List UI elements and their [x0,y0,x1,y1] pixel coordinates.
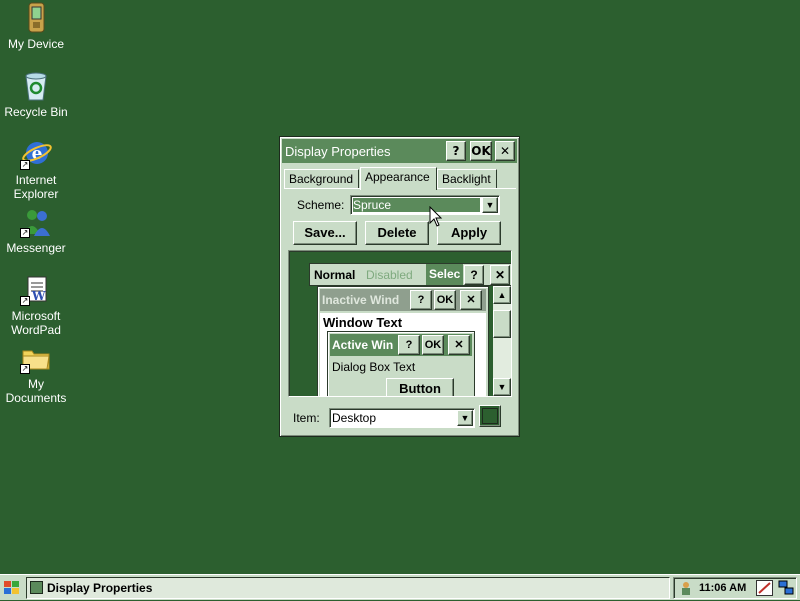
clock[interactable]: 11:06 AM [699,582,746,594]
network-icon[interactable] [778,580,795,596]
internet-explorer-icon: e ↗ [20,138,52,170]
item-color-button[interactable] [479,405,501,427]
preview-scrollbar: ▲ ▼ [493,286,511,396]
desktop-icon-label: Messenger [6,241,66,255]
close-icon: ✕ [460,290,482,310]
scroll-up-icon: ▲ [493,286,511,304]
scheme-dropdown[interactable]: Spruce ▼ [350,195,500,215]
ok-icon: OK [422,335,444,355]
tab-backlight[interactable]: Backlight [437,169,497,189]
help-icon: ? [464,265,484,285]
wordpad-icon: W ↗ [20,274,52,306]
desktop-icon-my-device[interactable]: My Device [0,2,72,51]
shortcut-arrow-icon: ↗ [20,228,30,238]
apply-button[interactable]: Apply [437,221,501,245]
close-button[interactable]: ✕ [495,141,515,161]
ok-icon: OK [434,290,456,310]
desktop-icon-label: My Device [7,37,64,51]
scroll-down-icon: ▼ [493,378,511,396]
svg-text:W: W [31,289,46,303]
scheme-preview[interactable]: Normal Disabled Selec ? ✕ Inactive Wind … [288,250,512,397]
windows-logo-icon [4,581,19,594]
shortcut-arrow-icon: ↗ [20,296,30,306]
item-color-swatch [482,408,498,424]
mouse-cursor-icon [429,206,443,227]
taskbar-display-properties[interactable]: Display Properties [26,577,670,599]
folder-icon: ↗ [20,342,52,374]
preview-menu-bar: Normal Disabled Selec ? ✕ [309,263,511,286]
desktop-icon-label: Internet Explorer [13,173,59,201]
preview-menu-selected: Selec [426,264,464,285]
recycle-bin-icon [20,70,52,102]
close-icon: ✕ [490,265,510,285]
desktop-icon-label: Recycle Bin [4,105,68,119]
item-label: Item: [293,411,320,425]
desktop-icon-label: Microsoft WordPad [11,309,61,337]
shortcut-arrow-icon: ↗ [20,160,30,170]
scheme-value: Spruce [353,198,480,212]
scheme-label: Scheme: [297,198,345,212]
input-panel-icon[interactable] [678,580,694,596]
display-properties-icon [30,581,43,594]
preview-dialog-text: Dialog Box Text [332,360,416,374]
desktop-icon-messenger[interactable]: ↗ Messenger [0,206,72,255]
item-value: Desktop [332,411,377,425]
start-button[interactable] [2,578,22,598]
preview-inactive-title: Inactive Wind [322,293,400,307]
tab-background[interactable]: Background [284,169,359,189]
scroll-thumb [493,310,511,338]
close-icon: ✕ [448,335,470,355]
save-button[interactable]: Save... [293,221,357,245]
help-icon: ? [398,335,420,355]
system-tray: 11:06 AM [673,577,797,599]
item-dropdown[interactable]: Desktop ▼ [329,408,475,428]
chevron-down-icon[interactable]: ▼ [482,197,498,213]
display-properties-dialog: Display Properties ? OK ✕ Background App… [279,136,520,437]
chevron-down-icon[interactable]: ▼ [457,410,473,426]
shortcut-arrow-icon: ↗ [20,364,30,374]
tab-appearance[interactable]: Appearance [360,167,437,190]
dialog-title: Display Properties [285,144,391,159]
desktop-icon-recycle-bin[interactable]: Recycle Bin [0,70,72,119]
pda-device-icon [20,2,52,34]
preview-active-window: Active Win ? OK ✕ Dialog Box Text Button [327,331,475,396]
dialog-titlebar[interactable]: Display Properties ? OK ✕ [282,139,517,163]
help-button[interactable]: ? [446,141,466,161]
desktop-icon-label: My Documents [5,377,67,405]
tab-strip: Background Appearance Backlight [284,167,516,190]
messenger-icon: ↗ [20,206,52,238]
appearance-panel: Scheme: Spruce ▼ Save... Delete Apply No… [284,188,516,433]
pen-icon[interactable] [756,580,773,596]
preview-active-title: Active Win [332,338,394,352]
ok-button[interactable]: OK [470,141,492,161]
preview-window-text: Window Text [323,315,403,330]
desktop-icon-my-documents[interactable]: ↗ My Documents [0,342,72,405]
help-icon: ? [410,290,432,310]
desktop-icon-internet-explorer[interactable]: e ↗ Internet Explorer [0,138,72,201]
desktop-icon-wordpad[interactable]: W ↗ Microsoft WordPad [0,274,72,337]
preview-button: Button [386,378,454,396]
taskbar: Display Properties 11:06 AM [0,574,800,600]
preview-menu-normal: Normal [314,268,356,282]
delete-button[interactable]: Delete [365,221,429,245]
preview-menu-disabled: Disabled [366,268,413,282]
taskbar-task-label: Display Properties [47,581,153,595]
